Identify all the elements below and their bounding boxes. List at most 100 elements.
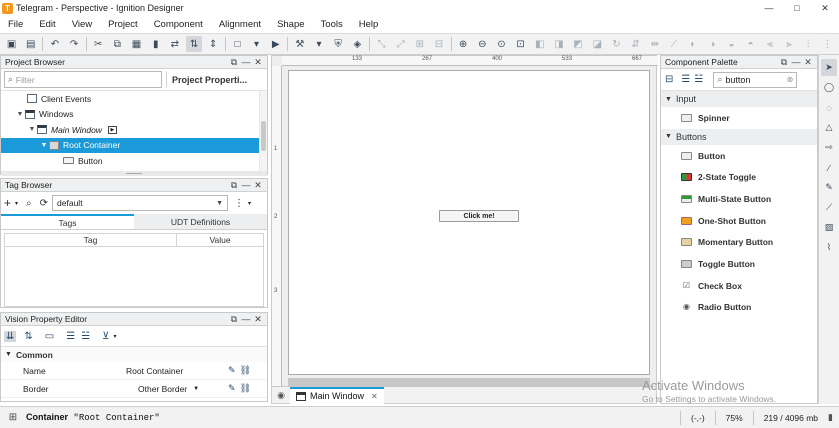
tree-item-windows[interactable]: ▼ Windows	[1, 107, 267, 123]
workspace-horizontal-scrollbar[interactable]	[288, 378, 650, 386]
column-header-tag[interactable]: Tag	[5, 234, 177, 246]
image-tool-icon[interactable]: ▨	[821, 219, 837, 236]
rotate-tool-icon[interactable]: ◌	[821, 99, 837, 116]
backward-icon[interactable]: ◪	[590, 36, 605, 52]
edit-pencil-icon[interactable]: ✎	[228, 383, 236, 394]
palette-view-icon[interactable]: ⊟	[665, 74, 673, 85]
dropdown-arrow-icon[interactable]: ▾	[248, 200, 251, 207]
expand-all-icon[interactable]: ☰	[66, 331, 75, 342]
collapse-all-icon[interactable]: ☱	[81, 331, 90, 342]
security-badge-icon[interactable]: ⛨	[331, 36, 346, 52]
tree-item-root-container[interactable]: ▼ Root Container	[1, 137, 267, 153]
garbage-collect-icon[interactable]: ▮	[828, 412, 833, 423]
menu-shape[interactable]: Shape	[269, 16, 312, 33]
customizers-icon[interactable]: ▭	[45, 331, 54, 342]
dropdown-arrow-icon[interactable]: ▾	[114, 333, 117, 340]
union-icon[interactable]: ◐	[686, 36, 701, 52]
arrow-tool-icon[interactable]: ⇨	[821, 139, 837, 156]
close-tab-icon[interactable]: ✕	[371, 392, 378, 401]
project-filter-input[interactable]: ⌕ Filter	[4, 71, 162, 88]
palette-item-2-state-toggle[interactable]: 2-State Toggle	[661, 166, 817, 188]
shield-icon[interactable]: ◈	[350, 36, 365, 52]
grid-icon[interactable]: ⊞	[0, 412, 26, 423]
zoom-actual-icon[interactable]: ⊡	[513, 36, 528, 52]
dropdown-arrow-icon[interactable]: ▾	[15, 200, 18, 207]
palette-item-button[interactable]: Button	[661, 145, 817, 167]
zoom-in-icon[interactable]: ⊕	[456, 36, 471, 52]
save-icon[interactable]: ▣	[4, 36, 19, 52]
menu-alignment[interactable]: Alignment	[211, 16, 269, 33]
project-properties-button[interactable]: Project Properti...	[166, 71, 264, 88]
menu-tools[interactable]: Tools	[313, 16, 351, 33]
dropdown-arrow-icon[interactable]: ▾	[311, 36, 326, 52]
redo-icon[interactable]: ↷	[66, 36, 81, 52]
distribute-icon[interactable]: ⋮	[820, 36, 835, 52]
property-value[interactable]: Other Border	[138, 384, 187, 394]
property-section-common[interactable]: ▼ Common	[1, 347, 267, 362]
align-left-icon[interactable]: ⫷	[762, 36, 777, 52]
palette-item-one-shot-button[interactable]: One-Shot Button	[661, 210, 817, 232]
pen-tool-icon[interactable]: ∕	[821, 159, 837, 176]
comment-tool-icon[interactable]: ◯	[821, 79, 837, 96]
restore-panel-icon[interactable]: ⧉	[228, 56, 240, 69]
panel-splitter[interactable]	[1, 171, 267, 176]
menu-view[interactable]: View	[64, 16, 100, 33]
preview-eye-icon[interactable]: ◉	[272, 390, 290, 401]
zoom-out-icon[interactable]: ⊖	[475, 36, 490, 52]
dropdown-arrow-icon[interactable]: ▾	[249, 36, 264, 52]
tag-provider-select[interactable]: default ▼	[52, 195, 229, 211]
expand-caret-icon[interactable]: ▼	[27, 126, 37, 133]
expand-caret-icon[interactable]: ▼	[15, 111, 25, 118]
tree-item-client-events[interactable]: Client Events	[1, 91, 267, 107]
palette-item-check-box[interactable]: ☑ Check Box	[661, 275, 817, 297]
snap-to-grid-icon[interactable]: ⇅	[186, 36, 202, 52]
palette-item-toggle-button[interactable]: Toggle Button	[661, 253, 817, 275]
menu-project[interactable]: Project	[100, 16, 146, 33]
scrollbar-thumb[interactable]	[261, 121, 266, 151]
categorized-view-icon[interactable]: ⇊	[4, 330, 17, 342]
window-canvas[interactable]: Click me!	[288, 70, 650, 375]
eyedropper-tool-icon[interactable]: ⌇	[821, 239, 837, 256]
restore-panel-icon[interactable]: ⧉	[778, 56, 790, 69]
close-panel-icon[interactable]: ✕	[252, 56, 264, 69]
delete-icon[interactable]: ▮	[148, 36, 163, 52]
close-panel-icon[interactable]: ✕	[252, 313, 264, 326]
more-options-icon[interactable]: ⋮	[234, 198, 244, 209]
clear-search-icon[interactable]: ⊗	[787, 75, 794, 84]
click-me-button[interactable]: Click me!	[439, 210, 519, 222]
exclude-icon[interactable]: ◓	[743, 36, 758, 52]
wrench-icon[interactable]: ⚒	[292, 36, 307, 52]
minimize-panel-icon[interactable]: —	[240, 313, 252, 326]
project-tree-scrollbar[interactable]	[259, 91, 267, 171]
align-right-icon[interactable]: ⫶	[801, 36, 816, 52]
restore-panel-icon[interactable]: ⧉	[228, 179, 240, 192]
search-icon[interactable]: ⌕	[26, 198, 32, 209]
difference-icon[interactable]: ◑	[705, 36, 720, 52]
menu-file[interactable]: File	[0, 16, 31, 33]
palette-group-input[interactable]: ▼ Input	[661, 91, 817, 107]
close-button[interactable]: ✕	[811, 0, 839, 16]
palette-group-buttons[interactable]: ▼ Buttons	[661, 128, 817, 145]
dropdown-arrow-icon[interactable]: ▼	[193, 386, 199, 392]
flip-v-icon[interactable]: ⇵	[628, 36, 643, 52]
palette-item-radio-button[interactable]: ◉ Radio Button	[661, 297, 817, 319]
group-icon[interactable]: ⊞	[412, 36, 427, 52]
line-tool-icon[interactable]: ⟋	[821, 199, 837, 216]
tab-main-window[interactable]: Main Window ✕	[290, 386, 384, 404]
expand-caret-icon[interactable]: ▼	[39, 142, 49, 149]
minimize-button[interactable]: —	[755, 0, 783, 16]
align-icon[interactable]: ⇕	[206, 36, 221, 52]
resize-icon[interactable]: ⤡	[374, 36, 389, 52]
filter-icon[interactable]: ⊻	[102, 331, 109, 342]
shrink-icon[interactable]: ⤢	[393, 36, 408, 52]
zoom-fit-icon[interactable]: ⊙	[494, 36, 509, 52]
path-icon[interactable]: ⟋	[666, 36, 681, 52]
sort-alpha-icon[interactable]: ⇅	[24, 331, 32, 342]
status-zoom[interactable]: 75%	[726, 413, 743, 423]
palette-item-spinner[interactable]: Spinner	[661, 107, 817, 129]
minimize-panel-icon[interactable]: —	[240, 179, 252, 192]
copy-icon[interactable]: ⧉	[110, 36, 125, 52]
restore-panel-icon[interactable]: ⧉	[228, 313, 240, 326]
tree-item-button[interactable]: Button	[1, 153, 267, 169]
undo-icon[interactable]: ↶	[47, 36, 62, 52]
